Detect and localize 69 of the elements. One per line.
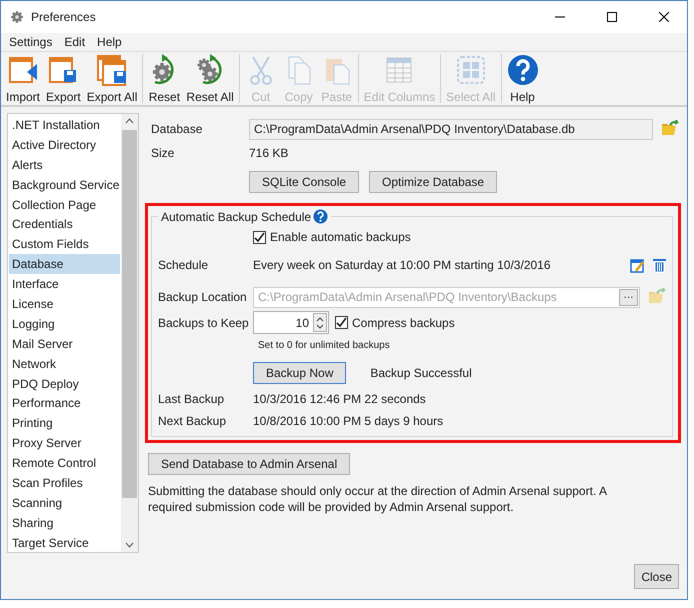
- sidebar-item[interactable]: Background Service: [9, 174, 120, 195]
- sidebar-item[interactable]: Active Directory: [9, 134, 120, 155]
- sidebar-item[interactable]: Interface: [9, 274, 120, 294]
- sidebar-item[interactable]: License: [9, 294, 120, 314]
- sidebar-item[interactable]: Scan Profiles: [9, 473, 120, 493]
- field-label: Next Backup: [158, 414, 228, 428]
- toolbar-button[interactable]: Import: [3, 54, 44, 104]
- sidebar-item[interactable]: Network: [9, 354, 120, 374]
- send-database-button[interactable]: Send Database to Admin Arsenal: [148, 453, 350, 475]
- sidebar-item[interactable]: Database: [9, 254, 120, 274]
- gear-icon: [9, 9, 25, 25]
- close-icon: [659, 12, 669, 22]
- sidebar-item[interactable]: Mail Server: [9, 334, 120, 354]
- backup-status: Backup Successful: [370, 366, 472, 380]
- hint-text: Set to 0 for unlimited backups: [257, 340, 391, 350]
- sidebar-item[interactable]: PDQ Deploy: [9, 374, 120, 394]
- sidebar-item[interactable]: Credentials: [9, 214, 120, 234]
- sidebar-item[interactable]: Proxy Server: [9, 433, 120, 454]
- sidebar-item[interactable]: Sharing: [9, 512, 120, 533]
- calendar-edit-icon[interactable]: [630, 258, 645, 272]
- field-label: Database: [151, 122, 204, 136]
- size-value: 716 KB: [249, 146, 290, 160]
- enable-checkbox[interactable]: Enable automatic backups: [253, 230, 666, 244]
- toolbar-button[interactable]: Reset All: [183, 54, 237, 104]
- sidebar-item[interactable]: Performance: [9, 393, 120, 414]
- field-label: Last Backup: [158, 392, 226, 406]
- scrollbar[interactable]: [121, 114, 138, 552]
- maximize-icon: [607, 12, 617, 22]
- group-title: Automatic Backup Schedule: [161, 210, 312, 224]
- schedule-value: Every week on Saturday at 10:00 PM starting 10/3/2016: [253, 258, 552, 272]
- field-label: Schedule: [158, 258, 210, 272]
- menu-item[interactable]: Help: [91, 35, 128, 49]
- sidebar-item[interactable]: Logging: [9, 314, 120, 334]
- window-arrow-icon: [7, 54, 39, 86]
- help-icon[interactable]: [313, 209, 328, 224]
- menu-item[interactable]: Edit: [58, 35, 92, 49]
- field-label: Size: [151, 146, 176, 160]
- menu-item[interactable]: Settings: [3, 35, 58, 49]
- last-backup-value: 10/3/2016 12:46 PM 22 seconds: [253, 392, 427, 406]
- note-text: Submitting the database should only occur at the direction of Admin Arsenal support. A required submission code will be provided by Admin Arsenal support.: [148, 483, 608, 515]
- compress-checkbox[interactable]: Compress backups: [335, 316, 455, 330]
- sidebar-item[interactable]: Custom Fields: [9, 234, 120, 254]
- database-button[interactable]: Optimize Database: [369, 171, 498, 193]
- sidebar-item[interactable]: Alerts: [9, 154, 120, 175]
- sidebar-item[interactable]: Collection Page: [9, 194, 120, 214]
- toolbar-button[interactable]: Reset: [145, 54, 184, 104]
- spin-arrows-icon[interactable]: [316, 316, 324, 330]
- next-backup-value: 10/8/2016 10:00 PM 5 days 9 hours: [253, 414, 444, 428]
- database-path-field[interactable]: C:\ProgramData\Admin Arsenal\PDQ Inventory\Database.db: [249, 118, 653, 140]
- help-icon: [506, 54, 538, 86]
- grid-icon: [454, 54, 487, 86]
- sidebar-item[interactable]: Printing: [9, 413, 120, 434]
- toolbar-button[interactable]: Export: [43, 54, 84, 104]
- window-title: Preferences: [31, 10, 97, 24]
- trash-icon[interactable]: [653, 258, 666, 272]
- sidebar-item[interactable]: Remote Control: [9, 453, 120, 474]
- sidebar-item[interactable]: Target Service: [9, 532, 120, 552]
- database-button[interactable]: SQLite Console: [249, 171, 360, 193]
- field-label: Backup Location: [158, 290, 248, 304]
- close-dialog-button[interactable]: Close: [634, 564, 679, 589]
- toolbar-button[interactable]: Help: [504, 54, 542, 104]
- field-label: Backups to Keep: [158, 316, 250, 330]
- sidebar-item[interactable]: Scanning: [9, 492, 120, 513]
- windows-floppy-icon: [96, 54, 128, 86]
- sidebar-item[interactable]: .NET Installation: [9, 115, 120, 135]
- backup-now-button[interactable]: Backup Now: [253, 362, 346, 384]
- toolbar-button[interactable]: Export All: [84, 54, 140, 104]
- backups-spinner[interactable]: 10: [253, 311, 329, 334]
- folder-icon[interactable]: [661, 120, 679, 136]
